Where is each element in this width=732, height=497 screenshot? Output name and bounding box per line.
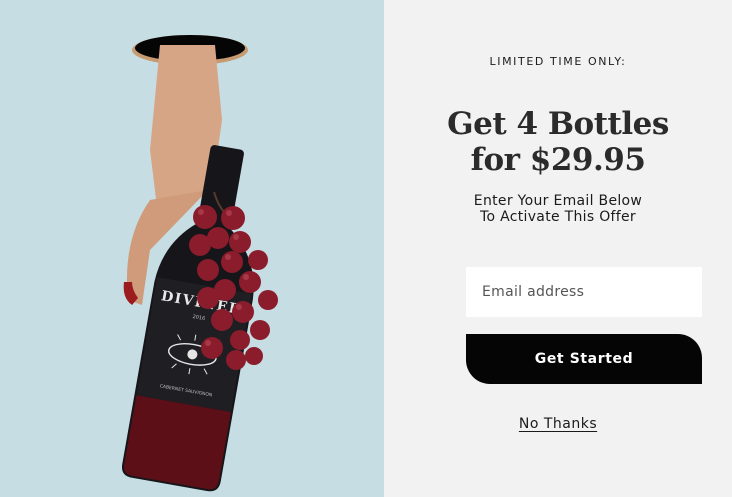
wine-bottle-illustration: DIVINER 2016 CABERNET SAUVIGNON [121, 35, 278, 492]
offer-modal: DIVINER 2016 CABERNET SAUVIGNON [0, 0, 732, 497]
get-started-button[interactable]: Get Started [466, 334, 702, 384]
subhead-line-1: Enter Your Email Below [473, 193, 643, 209]
email-input[interactable] [466, 267, 702, 317]
headline-line-1: Get 4 Bottles [447, 106, 669, 142]
offer-subhead: Enter Your Email Below To Activate This … [384, 193, 732, 225]
wine-fill [124, 395, 231, 490]
offer-content-panel: LIMITED TIME ONLY: Get 4 Bottles for $29… [384, 0, 732, 497]
no-thanks-link[interactable]: No Thanks [519, 416, 597, 432]
offer-headline: Get 4 Bottles for $29.95 [384, 106, 732, 178]
subhead-line-2: To Activate This Offer [480, 209, 636, 225]
promo-image-panel: DIVINER 2016 CABERNET SAUVIGNON [0, 0, 384, 497]
offer-kicker: LIMITED TIME ONLY: [489, 55, 627, 68]
headline-line-2: for $29.95 [470, 142, 646, 178]
no-thanks-container: No Thanks [384, 416, 732, 432]
